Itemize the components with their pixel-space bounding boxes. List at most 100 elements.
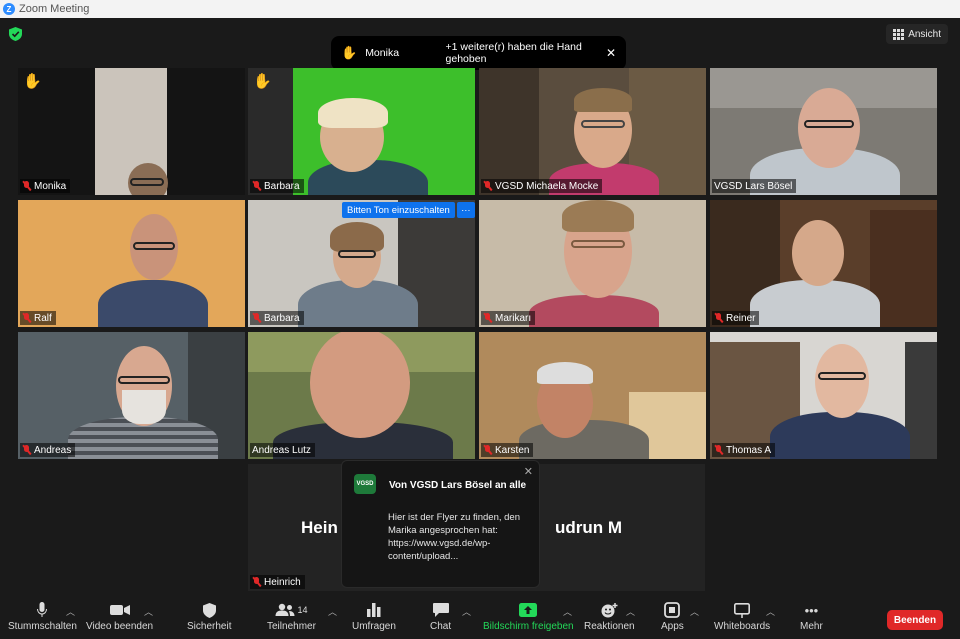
mic-muted-icon: [252, 577, 261, 587]
whiteboards-label: Whiteboards: [714, 621, 771, 632]
chat-sender: Von VGSD Lars Bösel an alle: [389, 480, 527, 491]
participant-name: Thomas A: [726, 444, 772, 456]
video-tile[interactable]: VGSD Michaela Mocke: [479, 68, 706, 195]
chat-message: Hier ist der Flyer zu finden, den Marika…: [388, 512, 521, 562]
chevron-up-icon[interactable]: ︿: [626, 605, 635, 618]
participant-nameplate: Barbara: [250, 311, 304, 325]
participant-name: Andreas Lutz: [252, 444, 311, 456]
mute-label: Stummschalten: [8, 621, 77, 632]
participant-name: VGSD Michaela Mocke: [495, 180, 599, 192]
participant-nameplate: Monika: [20, 179, 71, 193]
raised-hand-icon: ✋: [23, 73, 42, 90]
end-meeting-button[interactable]: Beenden: [887, 610, 943, 630]
participants-label: Teilnehmer: [267, 621, 316, 632]
meeting-toolbar: Stummschalten ︿ Video beenden ︿ Sicherhe…: [0, 598, 960, 639]
participant-display-name: udrun M: [555, 518, 623, 537]
video-tile[interactable]: Reiner: [710, 200, 937, 327]
apps-icon: [664, 600, 681, 620]
chevron-up-icon[interactable]: ︿: [144, 605, 153, 618]
security-button[interactable]: Sicherheit: [187, 600, 231, 632]
video-tile[interactable]: Andreas: [18, 332, 245, 459]
video-tile[interactable]: Karsten: [479, 332, 706, 459]
participant-nameplate: Marikarı: [481, 311, 536, 325]
mic-muted-icon: [483, 445, 492, 455]
more-button[interactable]: ••• Mehr: [800, 600, 823, 633]
raised-hand-banner: ✋ Monika +1 weitere(r) haben die Hand ge…: [331, 36, 626, 70]
participant-name: VGSD Lars Bösel: [714, 180, 793, 192]
unmute-request-controls: Bitten Ton einzuschalten ···: [342, 202, 475, 218]
apps-label: Apps: [661, 621, 684, 632]
raised-hand-icon: ✋: [253, 73, 272, 90]
video-tile[interactable]: Ralf: [18, 200, 245, 327]
shield-icon: [202, 600, 216, 620]
view-button[interactable]: Ansicht: [886, 24, 948, 44]
chevron-up-icon[interactable]: ︿: [563, 605, 572, 618]
encryption-shield-icon[interactable]: [9, 27, 22, 41]
zoom-logo-icon: Z: [3, 3, 15, 15]
close-banner-button[interactable]: ✕: [606, 46, 616, 60]
more-label: Mehr: [800, 621, 823, 632]
chat-notification[interactable]: VGSD Von VGSD Lars Bösel an alle ✕ Hier …: [341, 460, 540, 588]
participant-nameplate: Reiner: [712, 311, 760, 325]
mic-muted-icon: [22, 313, 31, 323]
participant-name: Reiner: [726, 312, 756, 324]
participant-nameplate: Karsten: [481, 443, 534, 457]
participants-button[interactable]: 14 Teilnehmer: [267, 600, 316, 632]
participant-nameplate: VGSD Lars Bösel: [712, 179, 797, 193]
polls-button[interactable]: Umfragen: [352, 600, 396, 632]
whiteboards-button[interactable]: Whiteboards: [714, 600, 770, 632]
mic-muted-icon: [483, 313, 492, 323]
participant-nameplate: Ralf: [20, 311, 56, 325]
mic-muted-icon: [714, 445, 723, 455]
chat-bubble-icon: [432, 600, 449, 620]
participant-name: Barbara: [264, 180, 300, 192]
chevron-up-icon[interactable]: ︿: [766, 605, 775, 618]
chevron-up-icon[interactable]: ︿: [328, 605, 337, 618]
raised-hand-text: +1 weitere(r) haben die Hand gehoben: [445, 41, 582, 65]
share-label: Bildschirm freigeben: [483, 621, 574, 632]
participant-nameplate: Thomas A: [712, 443, 776, 457]
participants-count: 14: [297, 605, 308, 615]
participant-name: Karsten: [495, 444, 530, 456]
active-speaker-tile[interactable]: Andreas Lutz: [248, 332, 475, 459]
window-title: Zoom Meeting: [19, 3, 90, 15]
mic-muted-icon: [252, 313, 261, 323]
share-screen-button[interactable]: Bildschirm freigeben: [483, 600, 574, 632]
video-label: Video beenden: [86, 621, 154, 632]
video-tile[interactable]: Thomas A: [710, 332, 937, 459]
participant-nameplate: Heinrich: [250, 575, 305, 589]
security-label: Sicherheit: [187, 621, 232, 632]
participant-nameplate: VGSD Michaela Mocke: [481, 179, 603, 193]
participant-display-name: Hein: [301, 518, 338, 537]
chat-button[interactable]: Chat: [430, 600, 451, 632]
video-tile[interactable]: Marikarı: [479, 200, 706, 327]
video-tile[interactable]: ✋ Barbara: [248, 68, 475, 195]
mic-muted-icon: [483, 181, 492, 191]
microphone-icon: [37, 600, 48, 620]
participant-nameplate: Andreas Lutz: [250, 443, 315, 457]
ask-to-unmute-button[interactable]: Bitten Ton einzuschalten: [342, 202, 455, 218]
smiley-plus-icon: [601, 600, 618, 620]
vgsd-logo: VGSD: [354, 474, 376, 494]
wall-text-decoration: [38, 240, 108, 280]
participant-name: Ralf: [34, 312, 52, 324]
bar-chart-icon: [366, 600, 381, 620]
mic-muted-icon: [252, 181, 261, 191]
close-chat-notification-button[interactable]: ✕: [524, 465, 533, 478]
participant-nameplate: Barbara: [250, 179, 304, 193]
mic-muted-icon: [22, 445, 31, 455]
apps-button[interactable]: Apps: [661, 600, 684, 632]
share-screen-icon: [519, 600, 538, 620]
participant-nameplate: Andreas: [20, 443, 76, 457]
video-tile[interactable]: VGSD Lars Bösel: [710, 68, 937, 195]
chevron-up-icon[interactable]: ︿: [66, 605, 75, 618]
more-options-button[interactable]: ···: [456, 202, 475, 218]
chevron-up-icon[interactable]: ︿: [690, 605, 699, 618]
video-tile[interactable]: ✋ Monika: [18, 68, 245, 195]
chat-label: Chat: [430, 621, 452, 632]
participant-name: Andreas: [34, 444, 72, 456]
mic-muted-icon: [714, 313, 723, 323]
video-tile[interactable]: Barbara: [248, 200, 475, 327]
chevron-up-icon[interactable]: ︿: [462, 605, 471, 618]
raised-hand-icon: ✋: [341, 45, 358, 60]
